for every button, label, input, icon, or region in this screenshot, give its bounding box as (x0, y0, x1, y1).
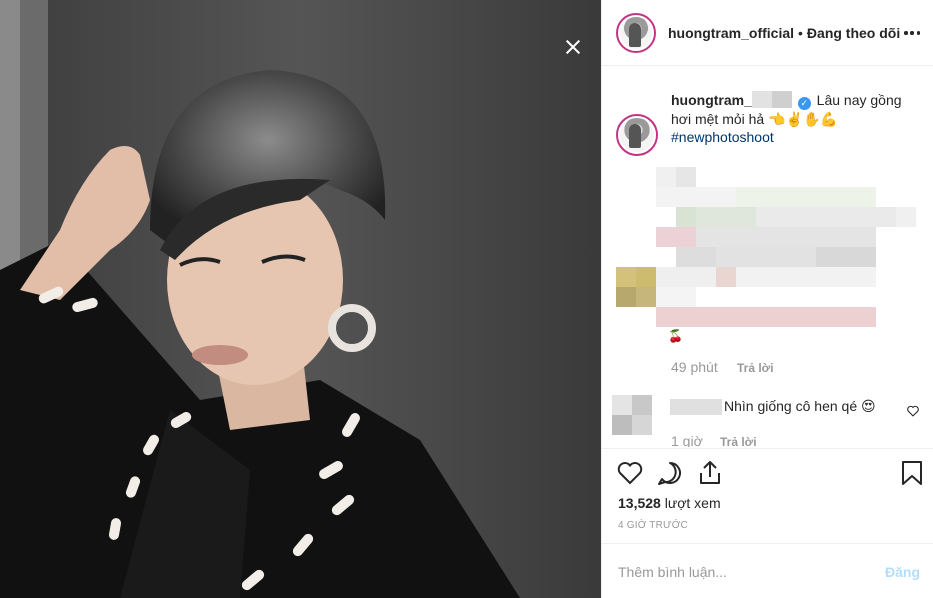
caption-hashtag[interactable]: #newphotoshoot (671, 129, 774, 145)
comments-list[interactable]: huongtram_ ✓ Lâu nay gồng hơi mệt mỏi hả… (602, 67, 933, 447)
comment-icon[interactable] (656, 459, 684, 487)
heart-icon[interactable] (616, 459, 644, 487)
caption-text-block: huongtram_ ✓ Lâu nay gồng hơi mệt mỏi hả… (671, 91, 921, 146)
post-header: huongtram_official • Đang theo dõi (602, 0, 933, 66)
like-comment-heart-icon[interactable] (906, 405, 920, 417)
follow-status-button[interactable]: Đang theo dõi (807, 25, 900, 41)
view-count-label: lượt xem (664, 495, 721, 511)
comment-input[interactable] (618, 562, 858, 582)
bookmark-icon[interactable] (898, 459, 926, 487)
cherry-emoji: 🍒 (668, 329, 683, 343)
comment-time: 49 phút (671, 359, 718, 375)
share-icon[interactable] (696, 459, 724, 487)
blurred-username-part (751, 91, 792, 108)
comment-text: Nhìn giống cô hen qé 😍 (724, 398, 876, 414)
post-detail-panel: huongtram_official • Đang theo dõi huong… (601, 0, 933, 598)
view-count-number: 13,528 (618, 495, 661, 511)
post-comment-button[interactable]: Đăng (885, 564, 920, 580)
post-photo (0, 0, 601, 598)
post-username[interactable]: huongtram_official (668, 25, 794, 41)
post-media[interactable] (0, 0, 601, 598)
comment-time: 1 giờ (671, 433, 703, 447)
verified-icon: ✓ (797, 97, 811, 110)
post-timestamp: 4 giờ trước (618, 520, 688, 531)
blurred-avatar (612, 395, 652, 435)
blurred-avatar (616, 267, 656, 307)
reply-button[interactable]: Trả lời (737, 361, 774, 375)
reply-button[interactable]: Trả lời (720, 435, 757, 447)
separator-dot: • (798, 24, 803, 41)
caption-avatar[interactable] (616, 114, 658, 156)
blurred-username (670, 399, 722, 415)
caption-username[interactable]: huongtram_ (671, 92, 752, 108)
blurred-comment (656, 167, 916, 332)
view-count: 13,528 lượt xem (618, 495, 721, 511)
action-bar: 13,528 lượt xem 4 giờ trước (602, 448, 933, 543)
more-icon[interactable] (904, 27, 920, 39)
add-comment-bar: Đăng (602, 543, 933, 598)
close-icon[interactable] (566, 40, 580, 54)
avatar[interactable] (616, 12, 656, 53)
